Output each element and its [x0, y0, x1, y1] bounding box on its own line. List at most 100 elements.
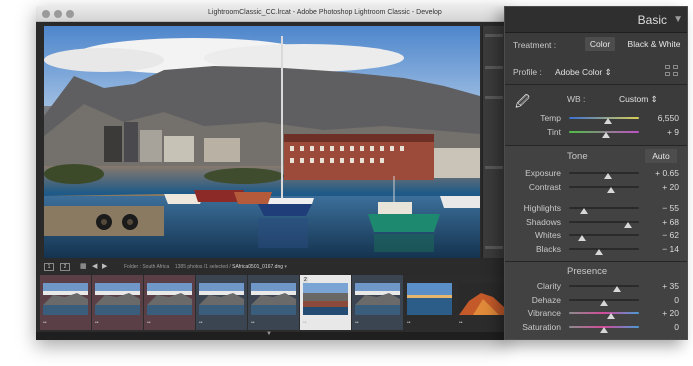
saturation-label: Saturation: [522, 321, 561, 332]
rating-dots: ••: [43, 320, 47, 326]
chevron-down-icon[interactable]: ▼: [266, 331, 272, 337]
eyedropper-icon[interactable]: 🖉: [515, 91, 530, 115]
next-arrow-icon[interactable]: ▶: [102, 262, 107, 270]
tint-label: Tint: [547, 127, 561, 137]
vibrance-slider-knob[interactable]: [607, 313, 615, 319]
shadows-slider-knob[interactable]: [623, 221, 632, 228]
grid-view-icon[interactable]: ▦: [80, 262, 87, 270]
rating-dots: ••: [147, 320, 151, 326]
selected-file-name: SAfrica0501_0167.dng: [232, 264, 284, 270]
selected-index-badge: 2: [303, 277, 308, 283]
blacks-slider-track[interactable]: [569, 247, 639, 250]
clarity-slider-track[interactable]: [569, 285, 639, 287]
filmstrip-thumbnail[interactable]: ••: [40, 275, 91, 330]
highlights-value[interactable]: − 55: [643, 203, 679, 213]
shadows-label: Shadows: [526, 216, 561, 227]
profile-browser-icon[interactable]: [665, 65, 679, 77]
close-window-button[interactable]: [42, 10, 50, 18]
blacks-value[interactable]: − 14: [643, 244, 679, 254]
filmstrip-thumbnail[interactable]: ••: [196, 275, 247, 330]
temp-slider-knob[interactable]: [603, 118, 612, 124]
treatment-color-button[interactable]: Color: [585, 37, 615, 51]
auto-tone-button[interactable]: Auto: [645, 149, 677, 163]
stage: LightroomClassic_CC.lrcat - Adobe Photos…: [0, 0, 693, 366]
bottom-bar: ▼: [36, 331, 504, 340]
wb-value: Custom: [619, 94, 649, 104]
page-2-button[interactable]: 2: [60, 263, 70, 271]
vibrance-value[interactable]: + 20: [643, 308, 679, 318]
exposure-slider-knob[interactable]: [604, 173, 613, 179]
up-down-arrows-icon: ⇕: [604, 67, 612, 77]
profile-label: Profile :: [513, 67, 542, 77]
saturation-slider-knob[interactable]: [600, 326, 608, 333]
zoom-window-button[interactable]: [66, 10, 74, 18]
thumbnail-image: [459, 283, 504, 315]
wb-label: WB :: [567, 94, 586, 104]
filmstrip-source-info[interactable]: Folder : South Africa 1385 photos /1 sel…: [124, 264, 287, 270]
vibrance-label: Vibrance: [527, 308, 561, 318]
harbor-photo-illustration: [44, 26, 480, 258]
left-panel-edge: [482, 26, 504, 258]
rating-dots: ••: [251, 320, 255, 326]
saturation-value[interactable]: 0: [643, 322, 679, 332]
exposure-value[interactable]: + 0.65: [643, 168, 679, 178]
dehaze-slider-knob[interactable]: [600, 299, 608, 306]
tone-heading: Tone: [567, 151, 588, 162]
panel-edge-mark: [485, 66, 503, 69]
thumbnail-image: [355, 283, 400, 315]
clarity-slider-knob[interactable]: [612, 286, 621, 292]
rating-dots: ••: [303, 320, 307, 326]
whites-slider-knob[interactable]: [578, 235, 587, 241]
whites-value[interactable]: − 62: [643, 230, 679, 240]
blacks-slider-knob[interactable]: [595, 248, 604, 255]
blacks-label: Blacks: [535, 243, 561, 254]
highlights-label: Highlights: [523, 203, 561, 213]
contrast-value[interactable]: + 20: [643, 182, 679, 192]
temp-value[interactable]: 6,550: [643, 113, 679, 123]
filmstrip-thumbnail[interactable]: 2 ••: [300, 275, 351, 330]
thumbnail-image: [95, 283, 140, 315]
filmstrip-thumbnail[interactable]: ••: [144, 275, 195, 330]
vibrance-slider-track[interactable]: [569, 312, 639, 314]
photo-count: 1385 photos /1 selected /: [174, 264, 231, 270]
minimize-window-button[interactable]: [54, 10, 62, 18]
window-title: LightroomClassic_CC.lrcat - Adobe Photos…: [208, 9, 442, 16]
highlights-slider-knob[interactable]: [580, 208, 589, 214]
panel-header[interactable]: Basic ▼: [505, 7, 687, 33]
rating-dots: ••: [459, 320, 463, 326]
tint-value[interactable]: + 9: [643, 127, 679, 137]
profile-value: Adobe Color: [555, 67, 603, 77]
shadows-value[interactable]: + 68: [643, 217, 679, 227]
previous-arrow-icon[interactable]: ◀: [92, 262, 97, 270]
lightroom-window: LightroomClassic_CC.lrcat - Adobe Photos…: [36, 6, 504, 340]
filmstrip-thumbnail[interactable]: ••: [404, 275, 455, 330]
dehaze-value[interactable]: 0: [643, 295, 679, 305]
title-bar: LightroomClassic_CC.lrcat - Adobe Photos…: [36, 6, 504, 22]
filmstrip-thumbnail[interactable]: ••: [352, 275, 403, 330]
filmstrip-thumbnail[interactable]: ••: [92, 275, 143, 330]
contrast-slider-track[interactable]: [569, 185, 639, 188]
exposure-label: Exposure: [525, 168, 561, 178]
presence-heading: Presence: [567, 266, 608, 277]
tint-slider-knob[interactable]: [602, 132, 611, 138]
filmstrip: •• •• •• •• •• 2 •• •• •• ••: [36, 275, 504, 332]
filmstrip-thumbnail[interactable]: ••: [248, 275, 299, 330]
panel-title: Basic: [637, 13, 667, 27]
whites-label: Whites: [535, 230, 561, 240]
collapse-triangle-icon[interactable]: ▼: [673, 14, 683, 25]
treatment-bw-button[interactable]: Black & White: [623, 37, 685, 51]
panel-edge-mark: [485, 96, 503, 99]
clarity-label: Clarity: [536, 281, 561, 291]
profile-dropdown[interactable]: Adobe Color ⇕: [555, 67, 612, 78]
thumbnail-image: [147, 283, 192, 315]
chevron-down-icon: ▾: [284, 264, 287, 270]
temp-label: Temp: [540, 113, 561, 123]
filmstrip-thumbnail[interactable]: ••: [456, 275, 504, 330]
wb-dropdown[interactable]: Custom ⇕: [619, 94, 658, 105]
main-photo[interactable]: [44, 26, 480, 258]
rating-dots: ••: [199, 320, 203, 326]
page-1-button[interactable]: 1: [44, 263, 54, 271]
rating-dots: ••: [407, 320, 411, 326]
clarity-value[interactable]: + 35: [643, 281, 679, 291]
contrast-slider-knob[interactable]: [607, 186, 615, 193]
